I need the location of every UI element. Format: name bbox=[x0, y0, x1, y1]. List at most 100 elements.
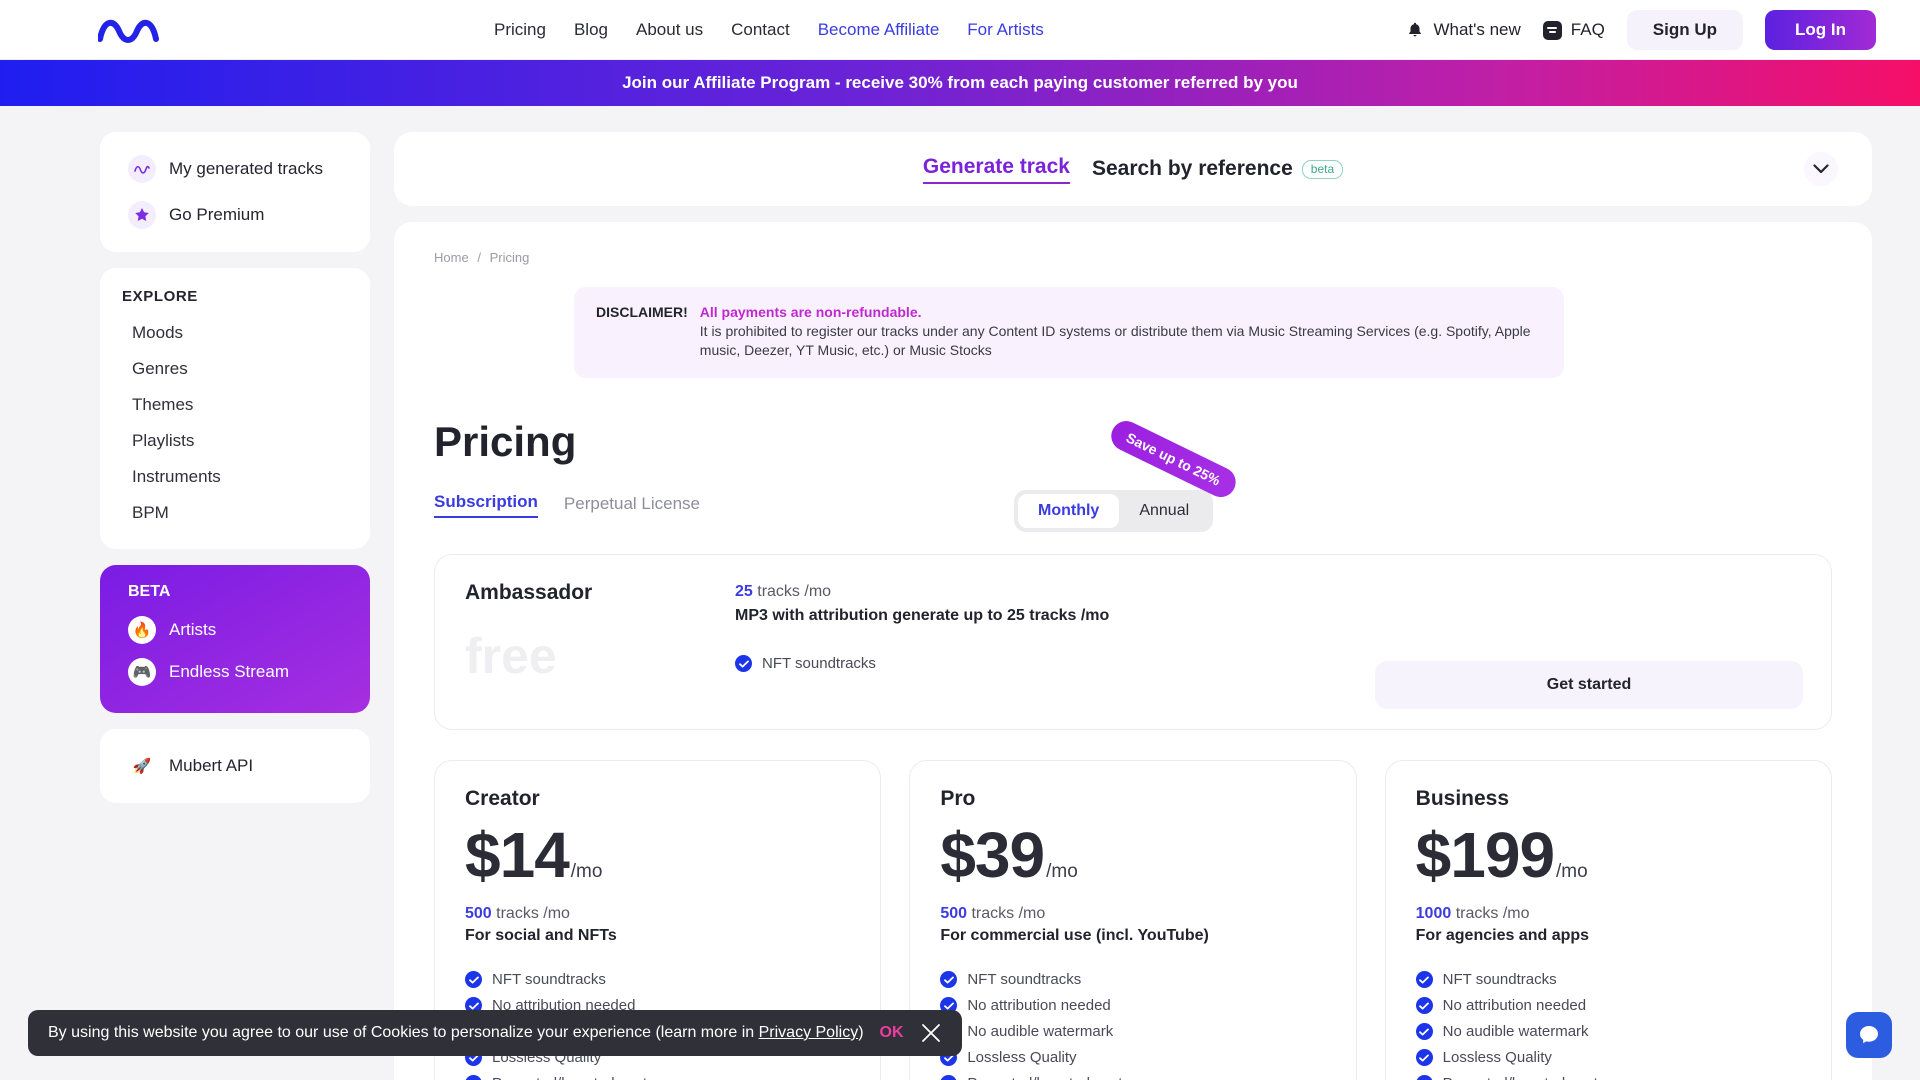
plan-card-ambassador: Ambassador free 25 tracks /mo MP3 with a… bbox=[434, 554, 1832, 730]
feature-item: NFT soundtracks bbox=[1416, 971, 1801, 988]
plan-tagline: MP3 with attribution generate up to 25 t… bbox=[735, 607, 1109, 625]
disclaimer-body: All payments are non-refundable. It is p… bbox=[700, 303, 1542, 360]
plan-tracks-unit: tracks /mo bbox=[971, 905, 1045, 922]
cookie-banner: By using this website you agree to our u… bbox=[28, 1010, 962, 1056]
billing-toggle: Monthly Annual bbox=[1014, 490, 1213, 532]
feature-label: NFT soundtracks bbox=[762, 655, 876, 672]
explore-heading: EXPLORE bbox=[100, 288, 370, 315]
plan-features: NFT soundtracks bbox=[735, 655, 1109, 672]
feature-item: No attribution needed bbox=[940, 997, 1325, 1014]
plan-price-period: /mo bbox=[1556, 861, 1588, 883]
mubert-logo[interactable] bbox=[98, 13, 190, 47]
tab-subscription[interactable]: Subscription bbox=[434, 492, 538, 518]
sidebar-card-account: My generated tracks Go Premium bbox=[100, 132, 370, 252]
close-icon[interactable] bbox=[920, 1022, 942, 1044]
page-body: My generated tracks Go Premium EXPLORE M… bbox=[0, 106, 1920, 1080]
affiliate-banner[interactable]: Join our Affiliate Program - receive 30%… bbox=[0, 60, 1920, 106]
feature-label: Promoted/boosted posts bbox=[492, 1075, 655, 1080]
whats-new-button[interactable]: What's new bbox=[1406, 20, 1520, 40]
plan-tracks-number: 25 bbox=[735, 583, 753, 600]
sidebar-item-playlists[interactable]: Playlists bbox=[100, 423, 370, 459]
feature-item: Lossless Quality bbox=[940, 1049, 1325, 1066]
expand-panel-button[interactable] bbox=[1804, 152, 1838, 186]
billing-toggle-wrap: Monthly Annual Save up to 25% bbox=[1014, 490, 1213, 532]
pricing-panel: Home / Pricing DISCLAIMER! All payments … bbox=[394, 222, 1872, 1080]
beta-heading: BETA bbox=[100, 583, 370, 609]
nav-link-become-affiliate[interactable]: Become Affiliate bbox=[818, 20, 940, 40]
log-in-button[interactable]: Log In bbox=[1765, 10, 1876, 50]
tab-search-by-reference[interactable]: Search by reference beta bbox=[1092, 157, 1343, 181]
plan-price-amount: $14 bbox=[465, 823, 569, 887]
nav-link-about-us[interactable]: About us bbox=[636, 20, 703, 40]
cookie-ok-button[interactable]: OK bbox=[880, 1024, 904, 1042]
beta-badge: beta bbox=[1302, 160, 1343, 179]
get-started-button[interactable]: Get started bbox=[1375, 661, 1803, 709]
sidebar-label: Artists bbox=[169, 620, 216, 640]
plan-card-business: Business $199 /mo 1000 tracks /mo For ag… bbox=[1385, 760, 1832, 1080]
nav-link-pricing[interactable]: Pricing bbox=[494, 20, 546, 40]
plan-tracks-line: 500 tracks /mo bbox=[465, 905, 850, 923]
chat-support-button[interactable] bbox=[1846, 1012, 1892, 1058]
nav-link-for-artists[interactable]: For Artists bbox=[967, 20, 1044, 40]
privacy-policy-link[interactable]: Privacy Policy bbox=[759, 1024, 859, 1041]
sidebar-item-bpm[interactable]: BPM bbox=[100, 495, 370, 531]
toggle-monthly[interactable]: Monthly bbox=[1018, 494, 1119, 528]
fire-icon: 🔥 bbox=[128, 616, 156, 644]
sidebar-label: Go Premium bbox=[169, 205, 264, 225]
sidebar-item-artists[interactable]: 🔥 Artists bbox=[100, 609, 370, 651]
plan-tracks-number: 500 bbox=[465, 905, 492, 922]
plan-details: 25 tracks /mo MP3 with attribution gener… bbox=[735, 583, 1109, 672]
nav-link-contact[interactable]: Contact bbox=[731, 20, 790, 40]
sidebar-item-genres[interactable]: Genres bbox=[100, 351, 370, 387]
plan-tracks-line: 25 tracks /mo bbox=[735, 583, 1109, 601]
sidebar-item-instruments[interactable]: Instruments bbox=[100, 459, 370, 495]
feature-label: No attribution needed bbox=[967, 997, 1110, 1014]
feature-label: No attribution needed bbox=[1443, 997, 1586, 1014]
check-icon bbox=[735, 655, 752, 672]
plan-price-period: /mo bbox=[571, 861, 603, 883]
chat-icon bbox=[1857, 1023, 1881, 1047]
sidebar-item-moods[interactable]: Moods bbox=[100, 315, 370, 351]
feature-item: Promoted/boosted posts bbox=[465, 1075, 850, 1080]
feature-label: NFT soundtracks bbox=[967, 971, 1081, 988]
sidebar: My generated tracks Go Premium EXPLORE M… bbox=[100, 132, 370, 1080]
disclaimer-text: It is prohibited to register our tracks … bbox=[700, 323, 1531, 358]
check-icon bbox=[465, 1075, 482, 1080]
disclaimer-label: DISCLAIMER! bbox=[596, 303, 688, 360]
wave-icon bbox=[128, 155, 156, 183]
plan-price: $199 /mo bbox=[1416, 823, 1801, 887]
cookie-text-before: By using this website you agree to our u… bbox=[48, 1024, 759, 1041]
chevron-down-icon bbox=[1813, 164, 1829, 174]
plan-price: $39 /mo bbox=[940, 823, 1325, 887]
sidebar-label: Mubert API bbox=[169, 756, 253, 776]
nav-link-blog[interactable]: Blog bbox=[574, 20, 608, 40]
feature-item: Promoted/boosted posts bbox=[1416, 1075, 1801, 1080]
sidebar-item-go-premium[interactable]: Go Premium bbox=[100, 192, 370, 238]
sidebar-item-mubert-api[interactable]: 🚀 Mubert API bbox=[100, 743, 370, 789]
faq-icon bbox=[1543, 21, 1562, 40]
breadcrumb-home[interactable]: Home bbox=[434, 250, 469, 265]
tab-generate-track[interactable]: Generate track bbox=[923, 155, 1070, 184]
tab-perpetual-license[interactable]: Perpetual License bbox=[564, 494, 700, 518]
sidebar-item-themes[interactable]: Themes bbox=[100, 387, 370, 423]
plan-name: Creator bbox=[465, 787, 850, 811]
sidebar-card-beta: BETA 🔥 Artists 🎮 Endless Stream bbox=[100, 565, 370, 713]
feature-label: NFT soundtracks bbox=[492, 971, 606, 988]
plan-tracks-unit: tracks /mo bbox=[1456, 905, 1530, 922]
breadcrumb-separator: / bbox=[477, 250, 481, 265]
disclaimer-box: DISCLAIMER! All payments are non-refunda… bbox=[574, 287, 1564, 378]
plan-name: Business bbox=[1416, 787, 1801, 811]
sidebar-item-endless-stream[interactable]: 🎮 Endless Stream bbox=[100, 651, 370, 693]
feature-label: Promoted/boosted posts bbox=[967, 1075, 1130, 1080]
plan-features: NFT soundtracks No attribution needed No… bbox=[940, 971, 1325, 1080]
faq-button[interactable]: FAQ bbox=[1543, 20, 1605, 40]
bell-icon bbox=[1406, 21, 1424, 39]
sidebar-item-my-generated-tracks[interactable]: My generated tracks bbox=[100, 146, 370, 192]
sidebar-label: Endless Stream bbox=[169, 662, 289, 682]
feature-item: Promoted/boosted posts bbox=[940, 1075, 1325, 1080]
toggle-annual[interactable]: Annual bbox=[1119, 494, 1209, 528]
plan-tagline: For agencies and apps bbox=[1416, 927, 1801, 945]
feature-item: Lossless Quality bbox=[1416, 1049, 1801, 1066]
feature-item: NFT soundtracks bbox=[465, 971, 850, 988]
sign-up-button[interactable]: Sign Up bbox=[1627, 10, 1743, 50]
